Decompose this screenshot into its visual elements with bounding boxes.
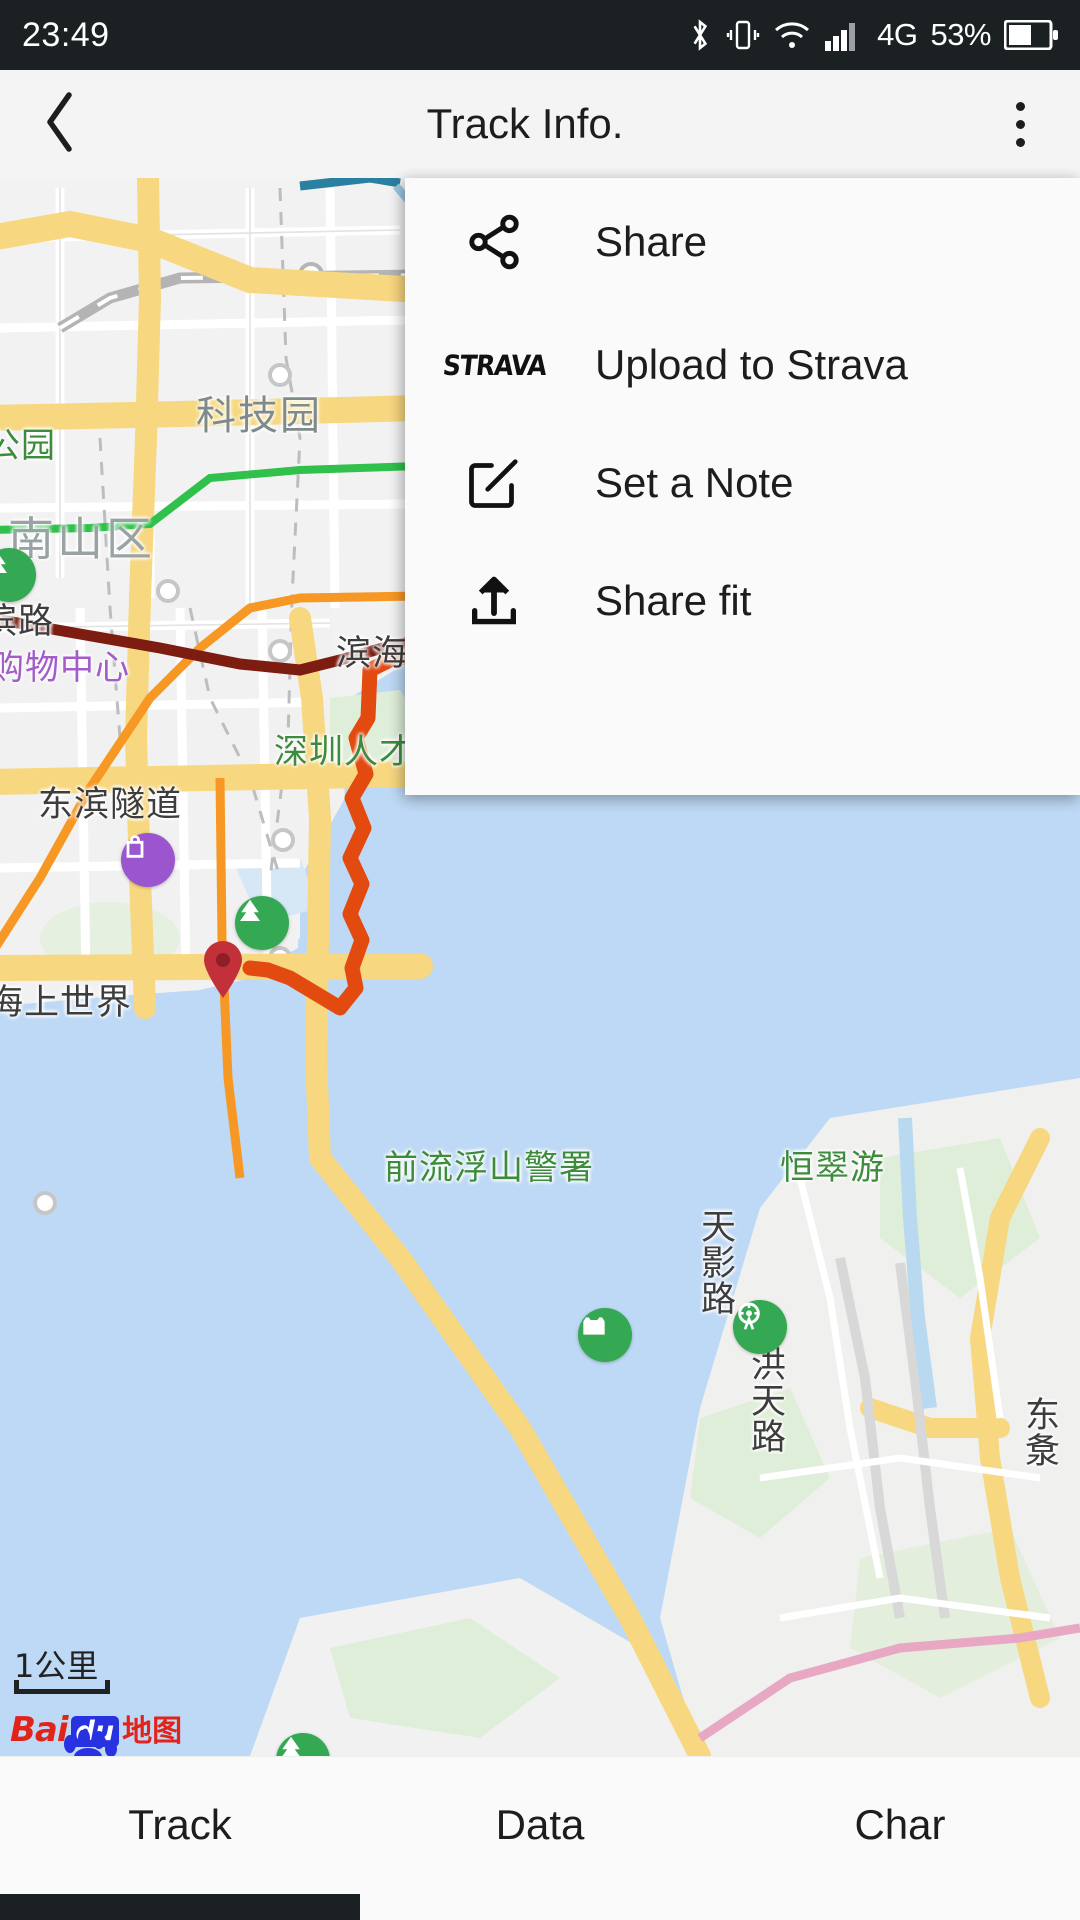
menu-item-label: Upload to Strava [595,341,908,388]
menu-item-label: Set a Note [595,459,794,506]
ferris-wheel-icon[interactable] [733,1300,787,1354]
status-bar: 23:49 4G 53% [0,0,1080,70]
more-vertical-icon [1015,137,1025,147]
map-scale-label: 1公里 [14,1647,99,1685]
strava-logo-icon: STRAVA [441,326,547,404]
tab-track[interactable]: Track [0,1801,360,1877]
menu-item-label: Share [595,218,708,265]
page-title: Track Info. [426,100,624,147]
wifi-icon [773,19,811,51]
menu-item-upload-to-strava[interactable]: STRAVA Upload to Strava [405,306,1080,424]
upload-icon [455,562,533,640]
battery-icon [1004,20,1058,50]
baidu-logo-bai: Bai [10,1710,69,1750]
police-station-icon[interactable] [578,1308,632,1362]
vibrate-icon [726,16,760,54]
edit-square-icon [455,444,533,522]
menu-item-set-a-note[interactable]: Set a Note [405,424,1080,542]
bluetooth-icon [687,16,713,54]
map-scale-bar: 1公里 [14,1641,110,1694]
chevron-left-icon [43,91,77,158]
menu-item-share-fit[interactable]: Share fit [405,542,1080,660]
more-vertical-icon [1015,101,1025,111]
share-nodes-icon [455,203,533,281]
navigation-gesture-hint [0,1894,360,1920]
baidu-logo-ditu: 地图 [122,1714,183,1749]
strava-wordmark: STRAVA [440,348,548,382]
more-vertical-icon [1015,119,1025,129]
status-time: 23:49 [22,15,110,54]
app-header: Track Info. [0,70,1080,178]
signal-icon [824,19,864,51]
tab-data[interactable]: Data [360,1801,720,1877]
network-type-label: 4G [877,17,918,52]
tab-char[interactable]: Char [720,1801,1080,1877]
overflow-dropdown-menu: Share STRAVA Upload to Strava Set a Note… [405,178,1080,795]
status-icons: 4G 53% [687,16,1058,54]
menu-item-share[interactable]: Share [405,178,1080,306]
battery-percent-label: 53% [930,17,991,52]
overflow-menu-button[interactable] [960,70,1080,178]
menu-item-label: Share fit [595,577,752,624]
map-scale-line [14,1680,110,1694]
shopping-bag-icon[interactable] [121,833,175,887]
